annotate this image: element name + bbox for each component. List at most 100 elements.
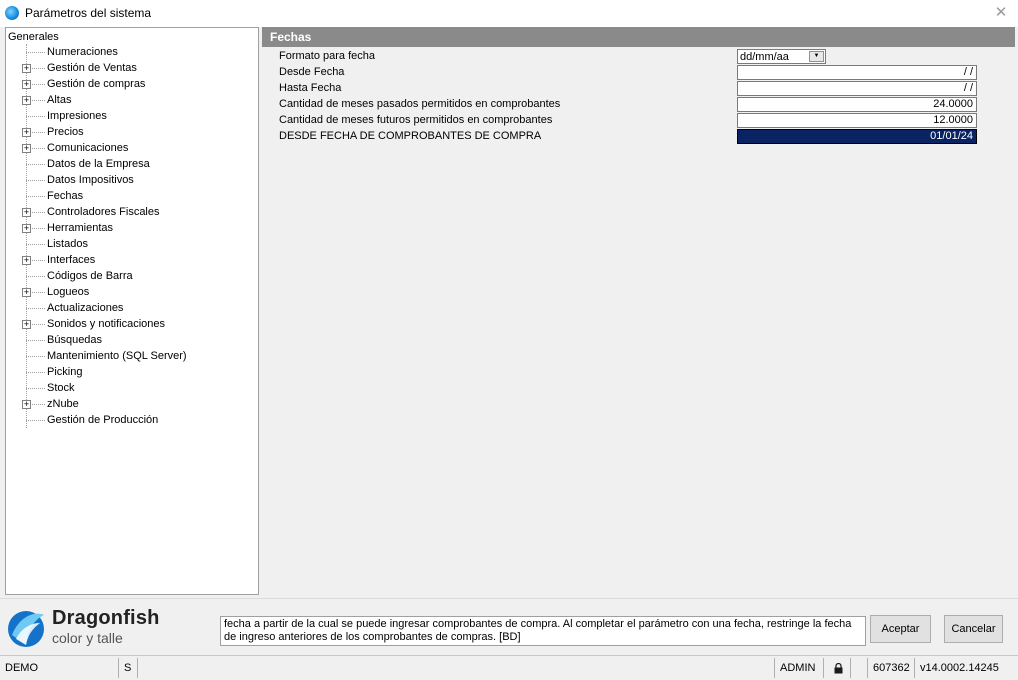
tree-item[interactable]: + Gestión de compras <box>6 76 256 92</box>
tree-item-label: Búsquedas <box>47 334 103 346</box>
tree-item-label: Stock <box>47 382 75 394</box>
tree-root-generales[interactable]: Generales <box>8 30 59 44</box>
tree-item-label: Mantenimiento (SQL Server) <box>47 350 187 362</box>
help-text: fecha a partir de la cual se puede ingre… <box>224 618 852 643</box>
expand-plus-icon[interactable]: + <box>22 224 31 233</box>
tree-connector <box>26 388 45 389</box>
tree-item-label: Gestión de Ventas <box>47 62 137 74</box>
tree-item[interactable]: Códigos de Barra <box>6 268 256 284</box>
accept-button[interactable]: Aceptar <box>870 615 931 643</box>
status-bar: DEMO S ADMIN 607362 v14.0002.14245 <box>0 655 1018 680</box>
tree-connector <box>26 356 45 357</box>
window-title: Parámetros del sistema <box>25 6 152 20</box>
tree-item[interactable]: Numeraciones <box>6 44 256 60</box>
expand-plus-icon[interactable]: + <box>22 400 31 409</box>
expand-plus-icon[interactable]: + <box>22 128 31 137</box>
param-label-meses-futuros: Cantidad de meses futuros permitidos en … <box>279 114 553 126</box>
tree-connector <box>26 196 45 197</box>
status-divider <box>823 658 824 678</box>
tree-item[interactable]: Impresiones <box>6 108 256 124</box>
tree-item[interactable]: + Gestión de Ventas <box>6 60 256 76</box>
desde-fecha-compra-field[interactable]: 01/01/24 <box>737 129 977 144</box>
tree-connector <box>26 340 45 341</box>
tree-connector <box>26 276 45 277</box>
tree-connector <box>26 244 45 245</box>
cancel-button[interactable]: Cancelar <box>944 615 1003 643</box>
tree-item[interactable]: Actualizaciones <box>6 300 256 316</box>
tree-item-label: Datos Impositivos <box>47 174 134 186</box>
expand-plus-icon[interactable]: + <box>22 96 31 105</box>
lock-icon <box>834 663 843 674</box>
tree-connector <box>26 52 45 53</box>
status-version: v14.0002.14245 <box>920 662 999 674</box>
status-user: ADMIN <box>780 662 816 674</box>
expand-plus-icon[interactable]: + <box>22 64 31 73</box>
tree-item-label: Listados <box>47 238 88 250</box>
expand-plus-icon[interactable]: + <box>22 208 31 217</box>
tree-item[interactable]: + Logueos <box>6 284 256 300</box>
tree-connector <box>26 308 45 309</box>
tree-item-label: Códigos de Barra <box>47 270 133 282</box>
formato-fecha-value: dd/mm/aa <box>740 51 789 63</box>
tree-item-label: Logueos <box>47 286 90 298</box>
tree-item-label: Gestión de Producción <box>47 414 159 426</box>
desde-fecha-compra-value: 01/01/24 <box>930 130 973 142</box>
tree-item-label: Comunicaciones <box>47 142 129 154</box>
hasta-fecha-field[interactable]: / / <box>737 81 977 96</box>
expand-plus-icon[interactable]: + <box>22 144 31 153</box>
tree-item-label: Fechas <box>47 190 84 202</box>
status-divider <box>914 658 915 678</box>
tree-item[interactable]: + Controladores Fiscales <box>6 204 256 220</box>
expand-plus-icon[interactable]: + <box>22 256 31 265</box>
tree-item[interactable]: Datos Impositivos <box>6 172 256 188</box>
tree-item[interactable]: Picking <box>6 364 256 380</box>
tree-item-label: Herramientas <box>47 222 114 234</box>
status-divider <box>137 658 138 678</box>
expand-plus-icon[interactable]: + <box>22 320 31 329</box>
parameters-panel: Fechas Formato para fecha dd/mm/aa ▼ Des… <box>262 27 1015 597</box>
expand-plus-icon[interactable]: + <box>22 80 31 89</box>
tree-item[interactable]: Gestión de Producción <box>6 412 256 428</box>
meses-pasados-field[interactable]: 24.0000 <box>737 97 977 112</box>
tree-item[interactable]: Fechas <box>6 188 256 204</box>
tree-item-label: Interfaces <box>47 254 96 266</box>
param-label-formato-fecha: Formato para fecha <box>279 50 375 62</box>
tree-item-label: Datos de la Empresa <box>47 158 150 170</box>
parameter-tree[interactable]: Generales Numeraciones + Gestión de Ventas… <box>5 27 259 595</box>
close-icon[interactable]: ✕ <box>990 3 1012 23</box>
status-serial: 607362 <box>873 662 910 674</box>
dragonfish-logo-icon <box>8 611 44 647</box>
section-header: Fechas <box>262 27 1015 47</box>
expand-plus-icon[interactable]: + <box>22 288 31 297</box>
param-label-desde-fecha: Desde Fecha <box>279 66 345 78</box>
tree-item[interactable]: + Altas <box>6 92 256 108</box>
tree-connector <box>26 372 45 373</box>
tree-item[interactable]: Búsquedas <box>6 332 256 348</box>
tree-item[interactable]: + Comunicaciones <box>6 140 256 156</box>
meses-futuros-value: 12.0000 <box>933 114 973 126</box>
tree-item[interactable]: + Interfaces <box>6 252 256 268</box>
tree-item[interactable]: + Herramientas <box>6 220 256 236</box>
tree-connector <box>26 180 45 181</box>
tree-item[interactable]: Listados <box>6 236 256 252</box>
title-bar: Parámetros del sistema ✕ <box>0 0 1018 27</box>
tree-item[interactable]: Mantenimiento (SQL Server) <box>6 348 256 364</box>
status-divider <box>867 658 868 678</box>
tree-item[interactable]: + Sonidos y notificaciones <box>6 316 256 332</box>
status-base: DEMO <box>5 662 38 674</box>
meses-futuros-field[interactable]: 12.0000 <box>737 113 977 128</box>
desde-fecha-field[interactable]: / / <box>737 65 977 80</box>
formato-fecha-select[interactable]: dd/mm/aa ▼ <box>737 49 826 64</box>
chevron-down-icon[interactable]: ▼ <box>809 51 824 62</box>
param-label-meses-pasados: Cantidad de meses pasados permitidos en … <box>279 98 561 110</box>
brand-subtitle: color y talle <box>52 630 123 646</box>
brand-name: Dragonfish <box>52 607 160 629</box>
status-divider <box>850 658 851 678</box>
tree-item[interactable]: + Precios <box>6 124 256 140</box>
tree-item-label: Impresiones <box>47 110 107 122</box>
tree-item[interactable]: + zNube <box>6 396 256 412</box>
status-mode: S <box>124 662 132 674</box>
tree-item[interactable]: Datos de la Empresa <box>6 156 256 172</box>
footer-bar: Dragonfish color y talle fecha a partir … <box>0 598 1018 656</box>
tree-item[interactable]: Stock <box>6 380 256 396</box>
